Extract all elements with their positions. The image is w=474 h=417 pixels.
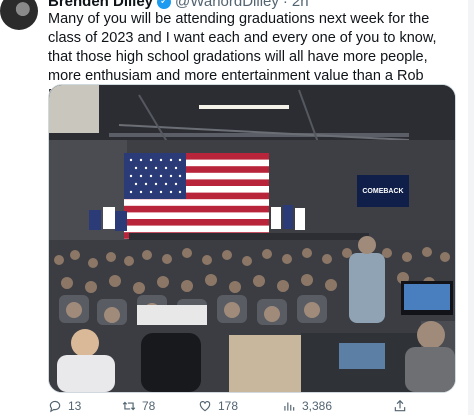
screen-text: COMEBACK (362, 188, 403, 195)
reply-icon (49, 400, 61, 413)
tweet-timestamp[interactable]: 2h (292, 0, 309, 10)
rally-photo: COMEBACK (49, 85, 455, 392)
like-button[interactable]: 178 (198, 399, 238, 413)
share-button[interactable] (393, 399, 407, 413)
author-name[interactable]: Brenden Dilley (48, 0, 153, 10)
reply-count: 13 (68, 399, 82, 413)
view-count: 3,386 (302, 399, 333, 413)
like-count: 178 (218, 399, 239, 413)
tweet-header: Brenden Dilley ✓ @WarlordDilley · 2h (48, 0, 309, 10)
retweet-count: 78 (142, 399, 156, 413)
share-icon (394, 399, 406, 412)
reply-button[interactable]: 13 (48, 399, 81, 413)
views-icon (284, 402, 295, 411)
views-button[interactable]: 3,386 (282, 399, 332, 413)
comeback-screen: COMEBACK (357, 175, 409, 207)
verified-badge-icon: ✓ (157, 0, 172, 9)
american-flag (124, 153, 269, 239)
retweet-button[interactable]: 78 (122, 399, 155, 413)
tweet-media-photo[interactable]: COMEBACK (48, 84, 456, 393)
author-handle[interactable]: @WarlordDilley (175, 0, 279, 10)
retweet-icon (122, 401, 136, 411)
scrollbar[interactable] (468, 0, 474, 415)
heart-icon (199, 401, 211, 412)
header-separator: · (282, 0, 288, 10)
avatar[interactable] (0, 0, 38, 30)
tweet[interactable]: Brenden Dilley ✓ @WarlordDilley · 2h Man… (0, 0, 474, 415)
tweet-actions: 13 78 178 3,386 (48, 399, 468, 417)
